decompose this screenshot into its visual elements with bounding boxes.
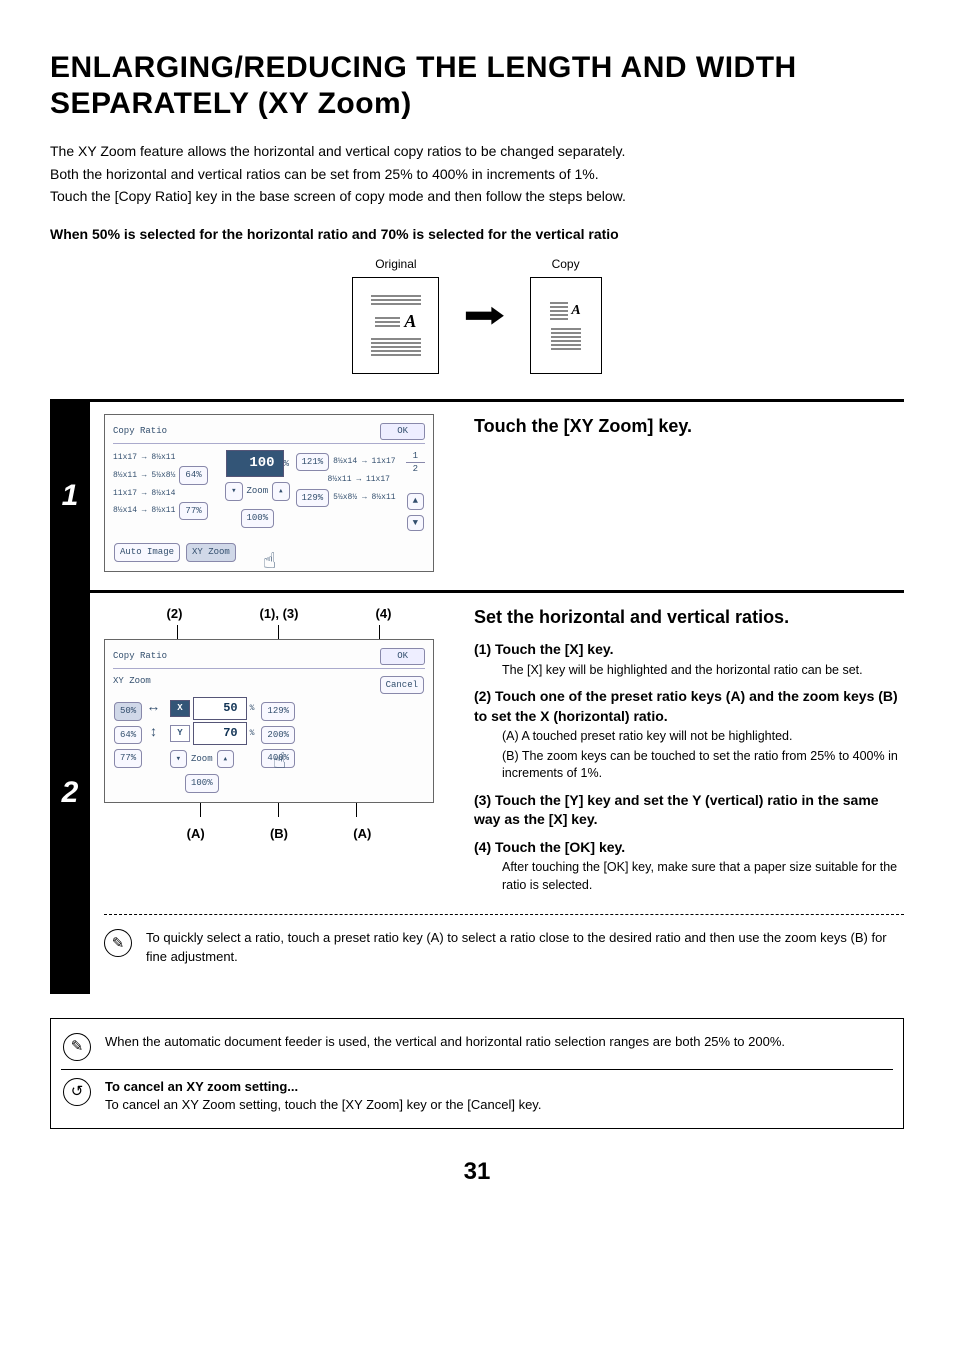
lcd1-title: Copy Ratio	[113, 425, 167, 438]
preset-129[interactable]: 129%	[296, 489, 330, 508]
copy-box: A	[530, 277, 602, 374]
step2-sub1-body: The [X] key will be highlighted and the …	[502, 662, 904, 680]
example-condition: When 50% is selected for the horizontal …	[50, 225, 904, 245]
step2-sub4-body: After touching the [OK] key, make sure t…	[502, 859, 904, 894]
preset-129b[interactable]: 129%	[261, 702, 295, 721]
zoom-up-button[interactable]: ▴	[272, 482, 289, 501]
ratio-display: 100	[226, 450, 284, 478]
intro-p3: Touch the [Copy Ratio] key in the base s…	[50, 187, 904, 207]
vert-icon: ↕	[149, 724, 167, 744]
hundred-button-2[interactable]: 100%	[185, 774, 219, 793]
callouts-bottom: (A) (B) (A)	[104, 825, 454, 843]
preset-64[interactable]: 64%	[179, 466, 207, 485]
step-1-number: 1	[50, 402, 90, 590]
note-box: ✎ When the automatic document feeder is …	[50, 1018, 904, 1129]
callouts-top: (2) (1), (3) (4)	[104, 605, 454, 623]
step2-tip: ✎ To quickly select a ratio, touch a pre…	[104, 929, 904, 965]
page-up-button[interactable]: ▲	[407, 493, 424, 510]
arrow-icon: ➡	[463, 290, 505, 340]
copy-label: Copy	[530, 256, 602, 273]
step2-sub2-b: (B) The zoom keys can be touched to set …	[502, 748, 904, 783]
preset-64b[interactable]: 64%	[114, 726, 142, 745]
pointer-icon-2: ☝	[273, 748, 286, 779]
original-box: A	[352, 277, 439, 374]
back-arrow-icon: ↺	[63, 1078, 91, 1106]
intro-p2: Both the horizontal and vertical ratios …	[50, 165, 904, 185]
step1-title: Touch the [XY Zoom] key.	[474, 414, 904, 439]
step2-title: Set the horizontal and vertical ratios.	[474, 605, 904, 630]
preset-121[interactable]: 121%	[296, 453, 330, 472]
pencil-note-icon-2: ✎	[63, 1033, 91, 1061]
example-diagram: Original A ➡ Copy A	[50, 256, 904, 374]
page-title: ENLARGING/REDUCING THE LENGTH AND WIDTH …	[50, 50, 904, 122]
step2-sub4-head: (4) Touch the [OK] key.	[474, 838, 904, 858]
cancel-button[interactable]: Cancel	[380, 676, 424, 695]
step-1: 1 Copy Ratio OK 11x17 → 8½x11 8½x11 → 5	[50, 399, 904, 590]
step2-lcd: Copy Ratio OK XY Zoom Cancel 50% 64%	[104, 639, 434, 803]
zoom-up-button-2[interactable]: ▴	[217, 750, 234, 769]
pointer-icon: ☝	[263, 548, 276, 579]
cancel-body: To cancel an XY Zoom setting, touch the …	[105, 1096, 541, 1114]
y-key[interactable]: Y	[170, 725, 189, 742]
step2-sub1-head: (1) Touch the [X] key.	[474, 640, 904, 660]
preset-77b[interactable]: 77%	[114, 749, 142, 768]
step2-sub2-head: (2) Touch one of the preset ratio keys (…	[474, 687, 904, 726]
pencil-note-icon: ✎	[104, 929, 132, 957]
lcd2-subtitle: XY Zoom	[113, 675, 151, 696]
note-line1: When the automatic document feeder is us…	[105, 1033, 785, 1051]
hundred-button[interactable]: 100%	[241, 509, 275, 528]
step1-lcd: Copy Ratio OK 11x17 → 8½x11 8½x11 → 5½x8…	[104, 414, 434, 572]
lcd2-ok-button[interactable]: OK	[380, 648, 425, 665]
intro-p1: The XY Zoom feature allows the horizonta…	[50, 142, 904, 162]
auto-image-button[interactable]: Auto Image	[114, 543, 180, 562]
zoom-label-2: Zoom	[191, 753, 213, 766]
step-2: 2 (2) (1), (3) (4) Copy Ratio OK	[50, 590, 904, 994]
x-value: 50	[193, 697, 247, 720]
cancel-head: To cancel an XY zoom setting...	[105, 1078, 541, 1096]
step2-tip-text: To quickly select a ratio, touch a prese…	[146, 929, 904, 965]
original-label: Original	[352, 256, 439, 273]
xy-zoom-button[interactable]: XY Zoom	[186, 543, 236, 562]
intro-text: The XY Zoom feature allows the horizonta…	[50, 142, 904, 207]
x-key[interactable]: X	[170, 700, 189, 717]
step-2-number: 2	[50, 593, 90, 994]
page-down-button[interactable]: ▼	[407, 515, 424, 532]
horiz-icon: ↔	[149, 699, 167, 719]
preset-77[interactable]: 77%	[179, 502, 207, 521]
lcd2-title: Copy Ratio	[113, 650, 167, 663]
preset-200[interactable]: 200%	[261, 726, 295, 745]
step2-sub3-head: (3) Touch the [Y] key and set the Y (ver…	[474, 791, 904, 830]
y-value: 70	[193, 722, 247, 745]
step2-sub2-a: (A) A touched preset ratio key will not …	[502, 728, 904, 746]
preset-50[interactable]: 50%	[114, 702, 142, 721]
zoom-down-button-2[interactable]: ▾	[170, 750, 187, 769]
lcd1-ok-button[interactable]: OK	[380, 423, 425, 440]
zoom-label: Zoom	[247, 485, 269, 498]
zoom-down-button[interactable]: ▾	[225, 482, 242, 501]
page-number: 31	[50, 1155, 904, 1189]
